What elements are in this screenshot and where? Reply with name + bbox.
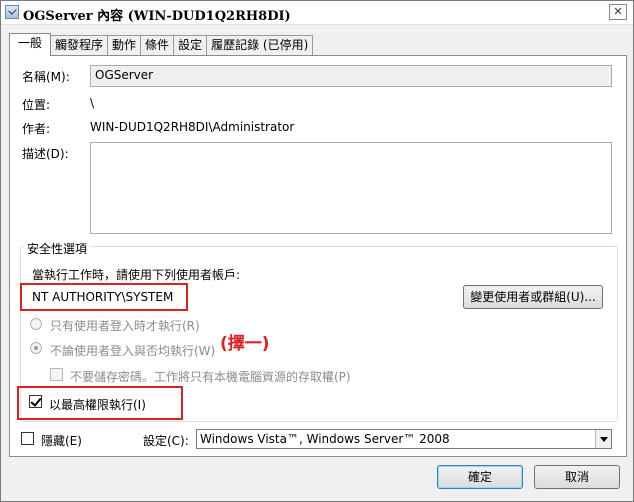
change-user-button[interactable]: 變更使用者或群組(U)... xyxy=(463,285,603,309)
cancel-button[interactable]: 取消 xyxy=(534,465,620,489)
radio-whether-label: 不論使用者登入與否均執行(W) xyxy=(50,344,216,358)
description-textarea[interactable] xyxy=(90,142,612,234)
run-highest-label: 以最高權限執行(I) xyxy=(49,398,146,412)
tab-triggers[interactable]: 觸發程序 xyxy=(50,35,109,55)
location-value: \ xyxy=(90,96,95,110)
radio-logged-on-label: 只有使用者登入時才執行(R) xyxy=(50,319,200,333)
close-button[interactable]: ✕ xyxy=(609,4,627,20)
radio-whether-logged-on[interactable] xyxy=(30,342,42,354)
window-title: OGServer 內容 (WIN-DUD1Q2RH8DI) xyxy=(23,9,291,24)
hidden-checkbox[interactable] xyxy=(21,432,34,445)
general-panel: 名稱(M): OGServer 位置: \ 作者: WIN-DUD1Q2RH8D… xyxy=(9,55,627,457)
no-store-password-checkbox[interactable] xyxy=(50,368,63,381)
run-highest-checkbox[interactable] xyxy=(29,395,42,408)
run-as-prompt: 當執行工作時，請使用下列使用者帳戶: xyxy=(32,268,241,282)
hidden-label: 隱藏(E) xyxy=(41,434,82,448)
ok-button[interactable]: 確定 xyxy=(437,465,523,489)
tab-history[interactable]: 履歷記錄 (已停用) xyxy=(206,35,314,55)
tab-actions[interactable]: 動作 xyxy=(107,35,142,55)
configure-select[interactable]: Windows Vista™, Windows Server™ 2008 xyxy=(196,429,612,449)
chevron-down-icon[interactable] xyxy=(595,430,611,448)
radio-logged-on[interactable] xyxy=(30,318,42,330)
task-icon xyxy=(5,5,19,19)
author-value: WIN-DUD1Q2RH8DI\Administrator xyxy=(90,120,295,134)
tab-general[interactable]: 一般 xyxy=(9,33,52,56)
annotation-choose-one: (擇一) xyxy=(220,334,270,354)
security-group-title: 安全性選項 xyxy=(24,240,91,257)
tab-strip: 一般 觸發程序 動作 條件 設定 履歷記錄 (已停用) xyxy=(9,33,314,56)
name-field[interactable]: OGServer xyxy=(90,65,612,87)
configure-select-value: Windows Vista™, Windows Server™ 2008 xyxy=(200,432,450,446)
name-label: 名稱(M): xyxy=(22,70,70,84)
title-bar: OGServer 內容 (WIN-DUD1Q2RH8DI) ✕ xyxy=(1,1,633,25)
account-highlight-box xyxy=(20,283,188,311)
location-label: 位置: xyxy=(22,98,51,112)
task-properties-dialog: OGServer 內容 (WIN-DUD1Q2RH8DI) ✕ 一般 觸發程序 … xyxy=(0,0,634,502)
no-store-password-label: 不要儲存密碼。工作將只有本機電腦資源的存取權(P) xyxy=(70,370,351,384)
description-label: 描述(D): xyxy=(22,147,69,161)
tab-settings[interactable]: 設定 xyxy=(173,35,208,55)
author-label: 作者: xyxy=(22,122,51,136)
tab-conditions[interactable]: 條件 xyxy=(140,35,175,55)
configure-label: 設定(C): xyxy=(143,434,189,448)
